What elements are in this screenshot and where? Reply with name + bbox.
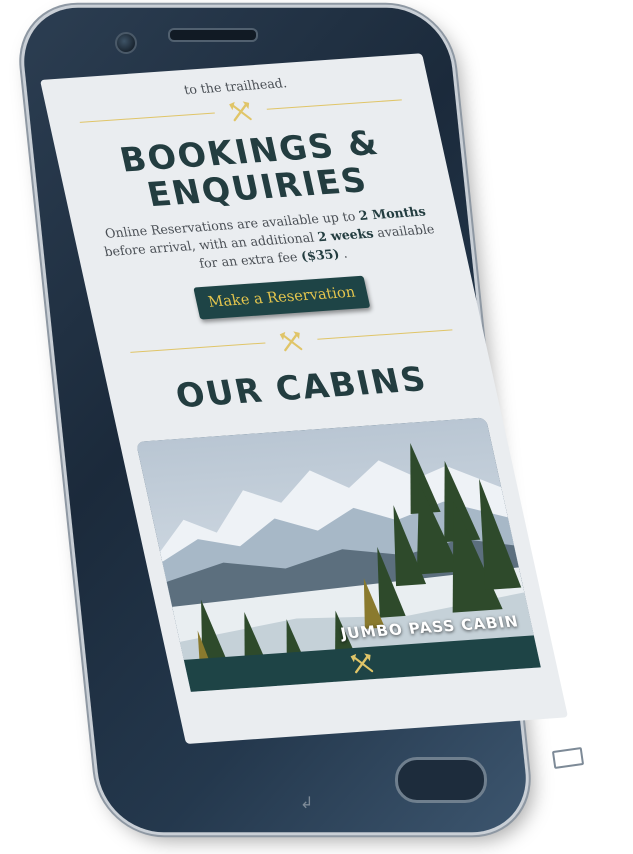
crossed-axes-icon xyxy=(229,101,252,122)
crossed-axes-icon xyxy=(279,331,303,352)
phone-mockup: to the trailhead. Bookings & Enquiries xyxy=(0,0,633,854)
bookings-bold-3: ($35) xyxy=(299,246,341,264)
divider-line-right xyxy=(266,99,402,110)
home-button[interactable] xyxy=(395,757,487,803)
back-arrow-icon[interactable]: ↲ xyxy=(300,793,330,812)
divider-line-right xyxy=(317,329,453,340)
cabin-card-jumbo-pass[interactable]: Jumbo Pass Cabin xyxy=(135,417,541,692)
front-camera-icon xyxy=(115,32,137,54)
bookings-bold-1: 2 Months xyxy=(357,203,427,224)
cabins-heading: Our Cabins xyxy=(172,358,431,416)
recent-apps-icon[interactable] xyxy=(551,747,585,769)
phone-screen: to the trailhead. Bookings & Enquiries xyxy=(40,53,569,744)
bookings-bold-2: 2 weeks xyxy=(316,225,375,245)
divider-line-left xyxy=(130,342,266,353)
make-reservation-button[interactable]: Make a Reservation xyxy=(193,275,371,320)
divider-line-left xyxy=(79,112,215,123)
crossed-axes-icon xyxy=(350,653,374,674)
speaker-grille xyxy=(168,28,258,42)
